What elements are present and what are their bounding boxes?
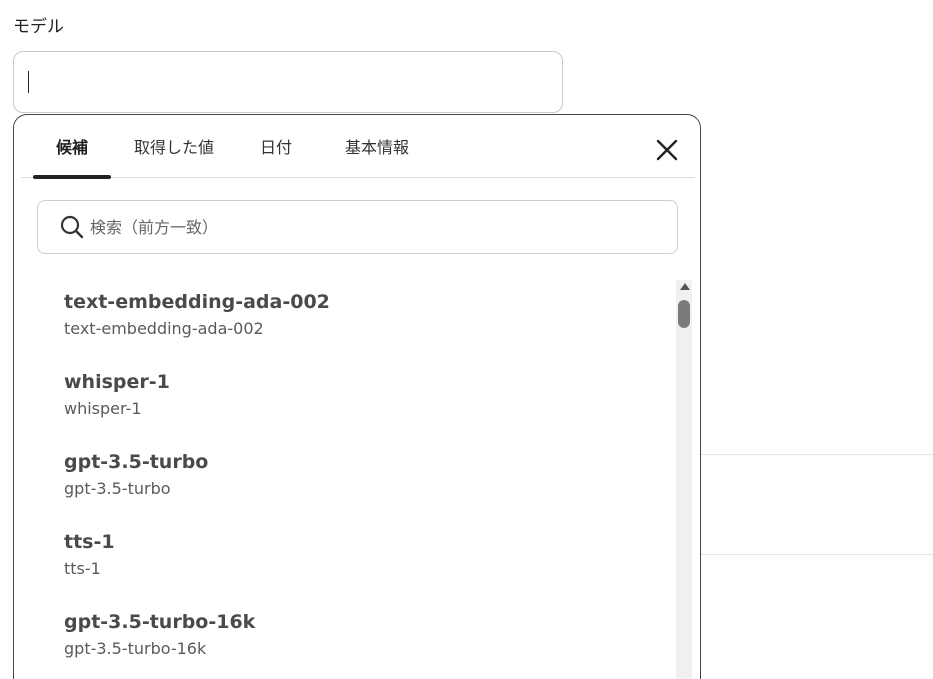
page: モデル 候補 取得した値 日付 基本情報 text-em	[0, 0, 933, 679]
tab-retrieved-values[interactable]: 取得した値	[129, 115, 219, 177]
list-item-subtitle: gpt-3.5-turbo	[64, 479, 171, 498]
list-item[interactable]: gpt-3.5-turbo-16k gpt-3.5-turbo-16k	[64, 595, 664, 675]
text-caret	[28, 71, 29, 93]
list-item-subtitle: text-embedding-ada-002	[64, 319, 264, 338]
popup-tabs: 候補 取得した値 日付 基本情報	[21, 115, 695, 179]
list-item-subtitle: gpt-3.5-turbo-16k	[64, 639, 207, 658]
background-divider	[700, 454, 933, 455]
background-divider	[700, 554, 933, 555]
candidate-list: text-embedding-ada-002 text-embedding-ad…	[64, 275, 664, 675]
tab-basic-info[interactable]: 基本情報	[335, 115, 419, 177]
suggestion-popup: 候補 取得した値 日付 基本情報 text-embedding-ada-002 …	[13, 114, 701, 679]
model-input[interactable]	[13, 51, 563, 113]
list-item[interactable]: whisper-1 whisper-1	[64, 355, 664, 435]
search-box	[37, 200, 678, 254]
tab-date[interactable]: 日付	[251, 115, 301, 177]
model-field-label: モデル	[13, 17, 64, 37]
list-scrollbar[interactable]	[676, 280, 692, 679]
close-icon	[656, 139, 678, 161]
search-icon	[60, 215, 84, 239]
scroll-thumb[interactable]	[678, 300, 690, 328]
scroll-up-arrow-icon[interactable]	[680, 283, 690, 290]
close-button[interactable]	[652, 135, 682, 165]
search-input[interactable]	[90, 201, 660, 253]
list-item[interactable]: gpt-3.5-turbo gpt-3.5-turbo	[64, 435, 664, 515]
list-item-subtitle: tts-1	[64, 559, 101, 578]
list-item[interactable]: tts-1 tts-1	[64, 515, 664, 595]
list-item[interactable]: text-embedding-ada-002 text-embedding-ad…	[64, 275, 664, 355]
tab-candidates[interactable]: 候補	[33, 115, 111, 179]
